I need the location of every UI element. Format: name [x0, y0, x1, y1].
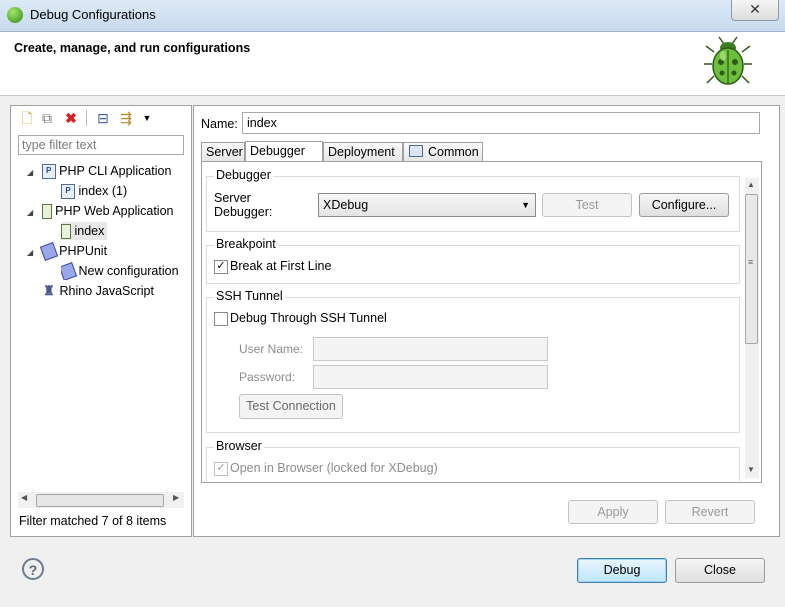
- tree-item-label: Rhino JavaScript: [59, 284, 154, 298]
- expanded-twisty-icon[interactable]: ◢: [27, 168, 33, 177]
- open-in-browser-checkbox[interactable]: ✓: [214, 462, 228, 476]
- chevron-down-icon: ▼: [521, 200, 530, 210]
- browser-group-title: Browser: [214, 439, 264, 453]
- server-debugger-value: XDebug: [323, 198, 369, 212]
- grip-icon: ≡: [748, 257, 754, 267]
- bug-icon: [704, 36, 752, 85]
- scrollbar-thumb[interactable]: [745, 194, 758, 344]
- server-debugger-label: Server Debugger:: [214, 191, 272, 219]
- php-file-icon: P: [61, 184, 75, 200]
- user-name-label: User Name:: [239, 342, 304, 356]
- password-input[interactable]: [313, 365, 548, 389]
- tab-server[interactable]: Server: [201, 142, 245, 161]
- ssh-tunnel-group-title: SSH Tunnel: [214, 289, 285, 303]
- toolbar-divider: [86, 110, 87, 126]
- web-server-icon: [41, 204, 52, 220]
- tree-item-new-configuration[interactable]: New configuration: [61, 262, 186, 280]
- tree-item-label: index: [74, 224, 105, 238]
- server-debugger-label-line2: Debugger:: [214, 205, 273, 219]
- apply-button[interactable]: Apply: [568, 500, 658, 524]
- user-name-input[interactable]: [313, 337, 548, 361]
- close-button[interactable]: Close: [675, 558, 765, 583]
- tree-item-label: PHPUnit: [59, 244, 108, 258]
- configure-button[interactable]: Configure...: [639, 193, 729, 217]
- scroll-down-icon[interactable]: ▼: [747, 465, 755, 474]
- scrollbar-thumb[interactable]: [36, 494, 164, 507]
- common-tab-icon: [409, 145, 423, 157]
- new-config-icon[interactable]: 🗋: [19, 110, 35, 126]
- name-input[interactable]: index: [242, 112, 760, 134]
- test-connection-button[interactable]: Test Connection: [239, 394, 343, 419]
- delete-icon[interactable]: ✖: [63, 110, 79, 126]
- ssh-tunnel-checkbox[interactable]: [214, 312, 228, 326]
- dropdown-arrow-icon[interactable]: ▼: [139, 110, 155, 126]
- tree-item-label: index (1): [78, 184, 128, 198]
- tree-item-label: PHP CLI Application: [59, 164, 172, 178]
- phpunit-icon: [39, 242, 58, 262]
- tree-item-index-1[interactable]: P index (1): [61, 182, 127, 200]
- php-file-icon: P: [41, 164, 56, 180]
- scroll-left-icon[interactable]: ◀: [21, 493, 27, 502]
- filter-icon[interactable]: ⇶: [118, 110, 134, 126]
- window-close-button[interactable]: ✕: [731, 0, 779, 21]
- revert-button[interactable]: Revert: [665, 500, 755, 524]
- open-in-browser-label: Open in Browser (locked for XDebug): [230, 461, 438, 475]
- name-label: Name:: [201, 117, 238, 131]
- tree-item-index-selected[interactable]: index: [61, 222, 108, 240]
- server-debugger-label-line1: Server: [214, 191, 251, 205]
- expanded-twisty-icon[interactable]: ◢: [27, 248, 33, 257]
- tree-item-phpunit[interactable]: ◢ PHPUnit: [27, 242, 108, 262]
- phpunit-icon: [61, 262, 78, 280]
- expanded-twisty-icon[interactable]: ◢: [27, 208, 33, 217]
- tab-deployment[interactable]: Deployment: [323, 142, 403, 161]
- app-icon: [7, 7, 23, 23]
- tree-item-php-web[interactable]: ◢ PHP Web Application: [27, 202, 173, 220]
- scroll-up-icon[interactable]: ▲: [747, 180, 755, 189]
- web-server-icon: [61, 224, 71, 240]
- tree-item-label: New configuration: [78, 264, 179, 278]
- window-title: Debug Configurations: [30, 7, 156, 22]
- collapse-all-icon[interactable]: ⊟: [95, 110, 111, 126]
- server-debugger-select[interactable]: XDebug ▼: [318, 193, 536, 217]
- debugger-test-button[interactable]: Test: [542, 193, 632, 217]
- debug-button[interactable]: Debug: [577, 558, 667, 583]
- help-icon[interactable]: ?: [22, 558, 44, 580]
- filter-input[interactable]: type filter text: [18, 135, 184, 155]
- tab-debugger[interactable]: Debugger: [245, 141, 323, 162]
- breakpoint-group-title: Breakpoint: [214, 237, 278, 251]
- break-first-line-checkbox[interactable]: ✓: [214, 260, 228, 274]
- break-first-line-label: Break at First Line: [230, 259, 332, 273]
- rhino-icon: ♜: [43, 283, 55, 299]
- tree-item-php-cli[interactable]: ◢ P PHP CLI Application: [27, 162, 171, 180]
- tree-item-rhino[interactable]: ♜ Rhino JavaScript: [42, 282, 154, 300]
- duplicate-icon[interactable]: ⧉: [39, 110, 55, 126]
- filter-status: Filter matched 7 of 8 items: [19, 514, 167, 528]
- ssh-tunnel-label: Debug Through SSH Tunnel: [230, 311, 387, 325]
- password-label: Password:: [239, 370, 296, 384]
- header-title: Create, manage, and run configurations: [14, 41, 251, 55]
- debugger-group-title: Debugger: [214, 168, 273, 182]
- tree-item-label: PHP Web Application: [55, 204, 174, 218]
- scroll-right-icon[interactable]: ▶: [173, 493, 179, 502]
